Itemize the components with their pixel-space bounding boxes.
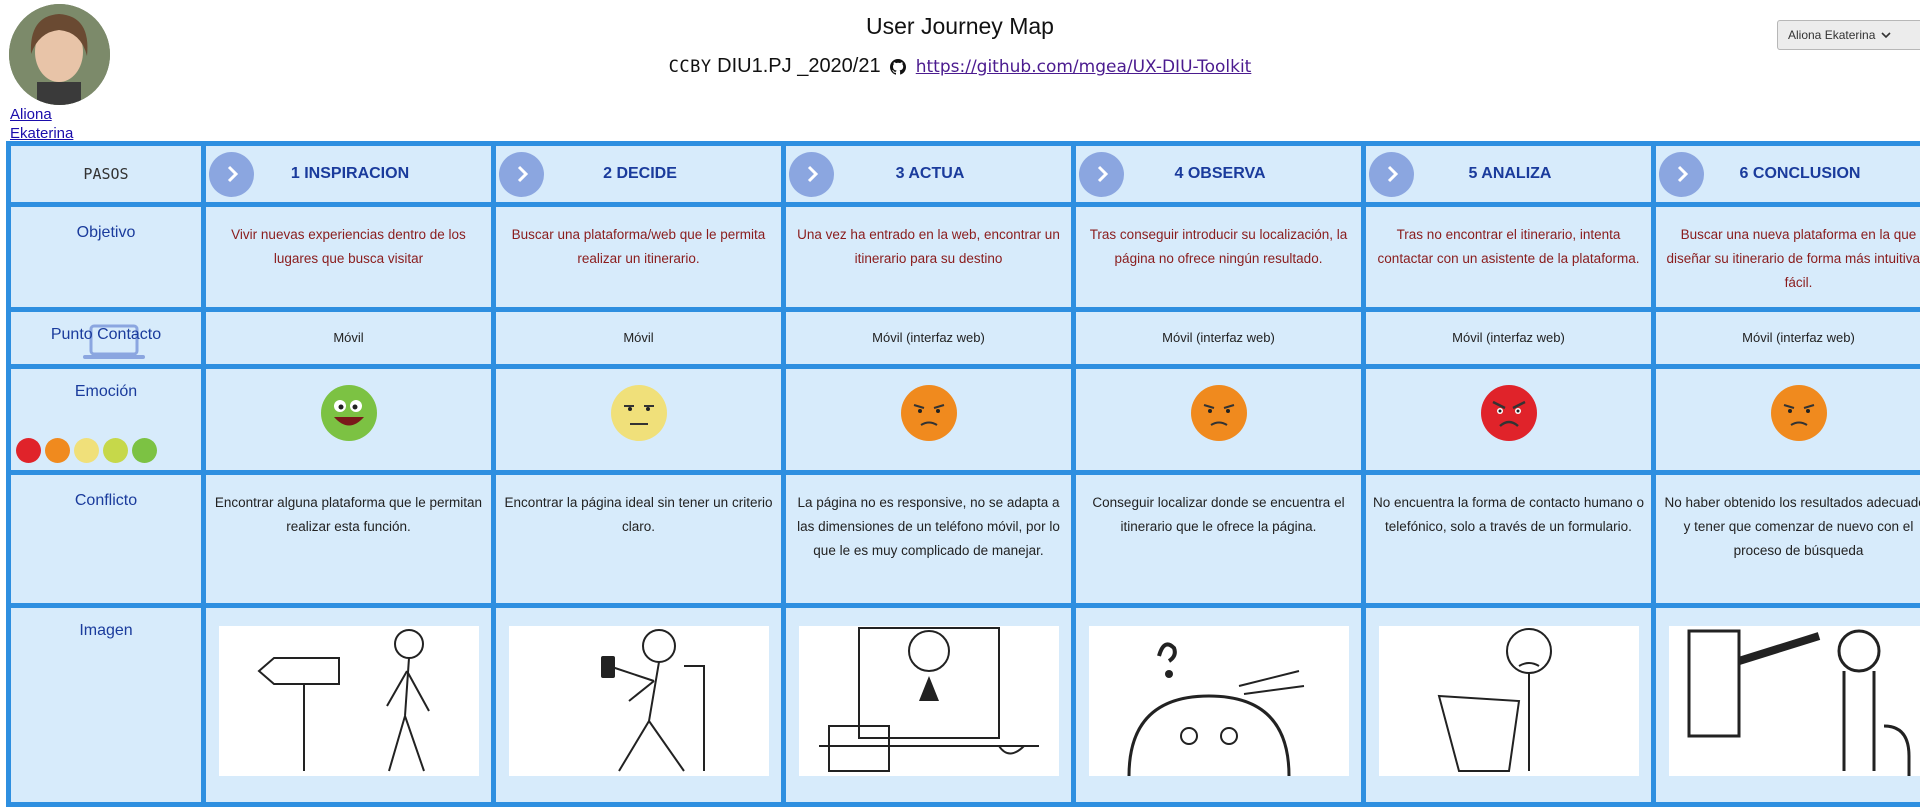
user-select[interactable]: Aliona Ekaterina [1777,20,1920,50]
conflict-row: Conflicto Encontrar alguna plataforma qu… [11,475,1920,603]
touchpoint-header: Punto Contacto [11,312,201,364]
objective-text: Buscar una nueva plataforma en la que di… [1656,207,1920,307]
conflict-text: Encontrar la página ideal sin tener un c… [496,475,781,603]
happy-face-icon [320,384,378,442]
step-name: 5 ANALIZA [1414,165,1606,183]
annoyed-face-icon [1770,384,1828,442]
github-link[interactable]: https://github.com/mgea/UX-DIU-Toolkit [916,57,1252,77]
conflict-header: Conflicto [11,475,201,603]
confused-person-sketch-image [1089,626,1349,776]
step-name: 1 INSPIRACION [254,165,446,183]
cc-license: CCBY [669,57,712,77]
angry-face-icon [1480,384,1538,442]
touchpoint-label: Punto Contacto [51,326,161,343]
objective-text: Vivir nuevas experiencias dentro de los … [206,207,491,307]
annoyed-face-icon [45,438,70,463]
neutral-face-icon [74,438,99,463]
conflict-text: Encontrar alguna plataforma que le permi… [206,475,491,603]
emotion-header: Emoción [11,383,201,401]
next-arrow-icon[interactable] [789,152,834,197]
touchpoint-text: Móvil (interfaz web) [1076,312,1361,364]
author-name-link[interactable]: Aliona Ekaterina [10,105,80,143]
journey-grid: PASOS 1 INSPIRACION 2 DECIDE 3 ACTUA 4 O… [6,141,1920,807]
thumbs-down-sketch-image [1669,626,1920,776]
objective-row: Objetivo Vivir nuevas experiencias dentr… [11,207,1920,307]
touchpoint-text: Móvil [206,312,491,364]
step-name: 2 DECIDE [544,165,736,183]
touchpoint-text: Móvil (interfaz web) [1366,312,1651,364]
touchpoint-text: Móvil (interfaz web) [786,312,1071,364]
step-name: 3 ACTUA [834,165,1026,183]
user-select-value: Aliona Ekaterina [1788,28,1875,42]
chevron-down-icon [1881,28,1891,42]
github-icon [890,58,906,81]
objective-text: Tras no encontrar el itinerario, intenta… [1366,207,1651,307]
conflict-text: No encuentra la forma de contacto humano… [1366,475,1651,603]
signpost-sketch-image [219,626,479,776]
objective-text: Tras conseguir introducir su localizació… [1076,207,1361,307]
next-arrow-icon[interactable] [1079,152,1124,197]
objective-text: Una vez ha entrado en la web, encontrar … [786,207,1071,307]
conflict-text: No haber obtenido los resultados adecuad… [1656,475,1920,603]
emotion-row: Emoción [11,369,1920,470]
conflict-text: Conseguir localizar donde se encuentra e… [1076,475,1361,603]
touchpoint-text: Móvil (interfaz web) [1656,312,1920,364]
touchpoint-text: Móvil [496,312,781,364]
angry-face-icon [16,438,41,463]
objective-header: Objetivo [11,207,201,307]
sad-person-paper-sketch-image [1379,626,1639,776]
step-name: 4 OBSERVA [1124,165,1316,183]
annoyed-face-icon [900,384,958,442]
steps-header: PASOS [11,165,201,183]
next-arrow-icon[interactable] [1369,152,1414,197]
annoyed-face-icon [1190,384,1248,442]
neutral-face-icon [610,384,668,442]
person-phone-sketch-image [509,626,769,776]
content-face-icon [103,438,128,463]
project-code: DIU1.PJ _2020/21 [717,55,880,77]
touchpoint-row: Punto Contacto Móvil Móvil Móvil (interf… [11,312,1920,364]
happy-face-icon [132,438,157,463]
next-arrow-icon[interactable] [499,152,544,197]
steps-row: PASOS 1 INSPIRACION 2 DECIDE 3 ACTUA 4 O… [11,146,1920,202]
conflict-text: La página no es responsive, no se adapta… [786,475,1071,603]
next-arrow-icon[interactable] [1659,152,1704,197]
next-arrow-icon[interactable] [209,152,254,197]
project-subtitle: CCBY DIU1.PJ _2020/21 https://github.com… [0,55,1920,81]
person-desk-sketch-image [799,626,1059,776]
objective-text: Buscar una plataforma/web que le permita… [496,207,781,307]
image-row: Imagen [11,608,1920,802]
page-title: User Journey Map [0,13,1920,40]
image-header: Imagen [11,622,201,640]
step-name: 6 CONCLUSION [1704,165,1896,183]
emotion-scale [16,438,157,463]
